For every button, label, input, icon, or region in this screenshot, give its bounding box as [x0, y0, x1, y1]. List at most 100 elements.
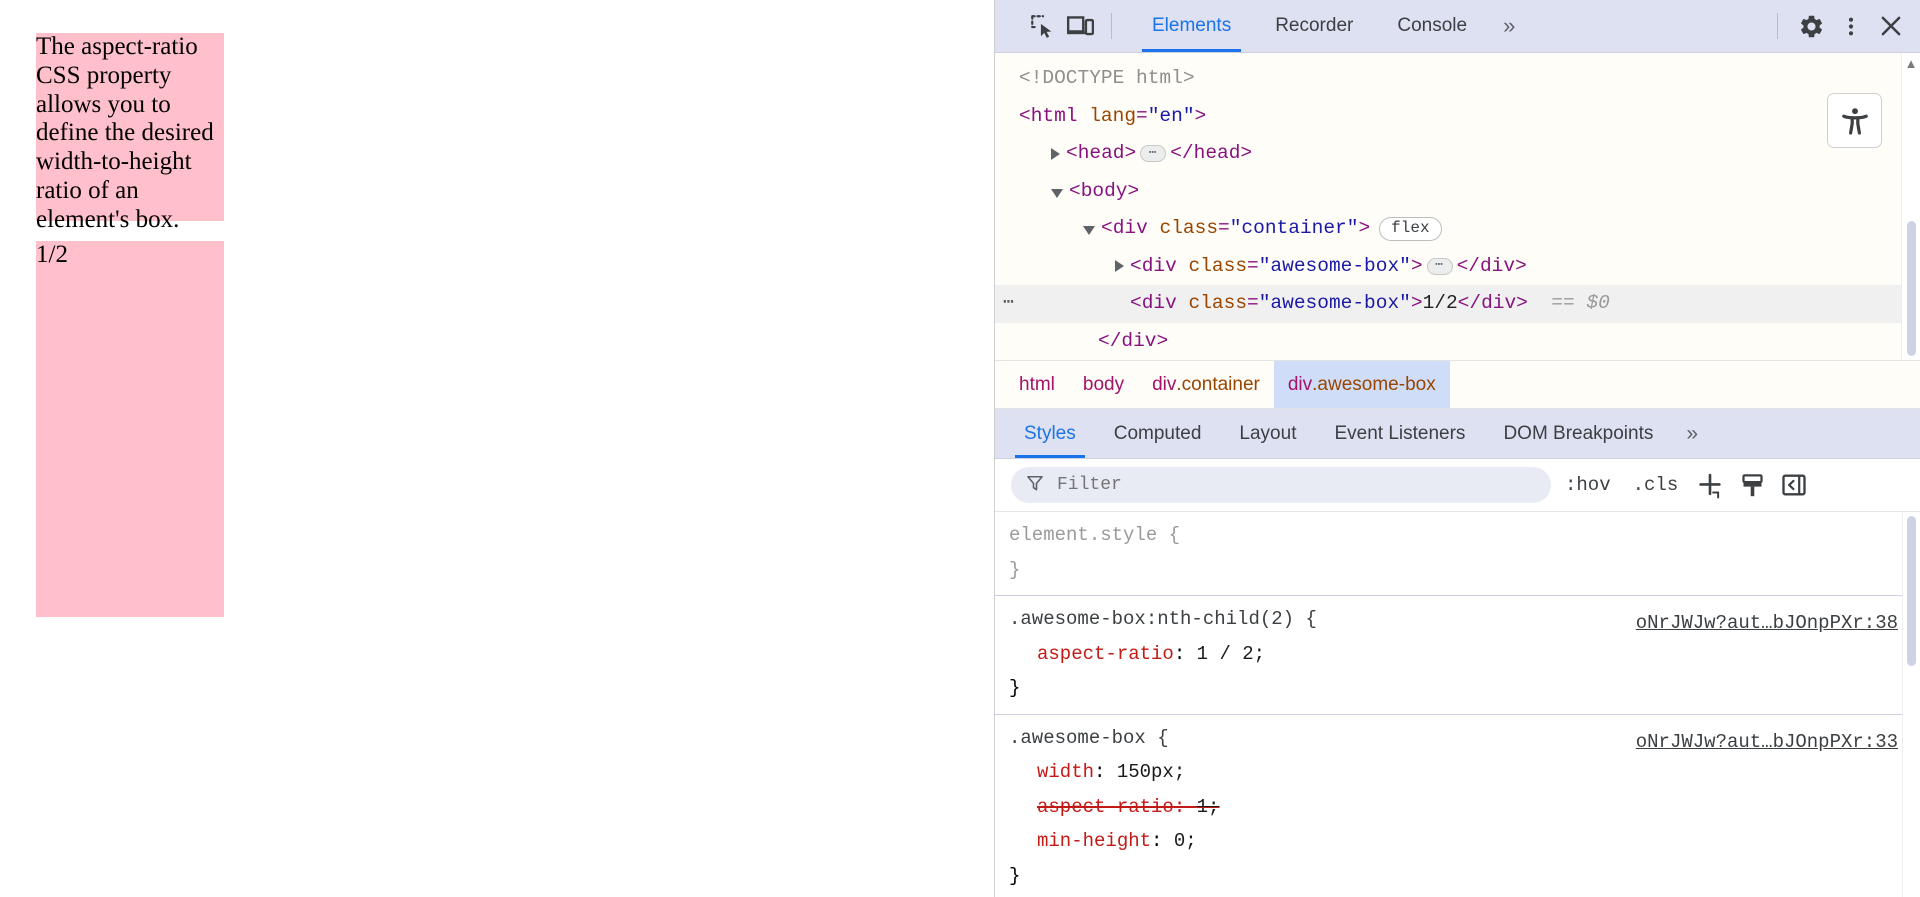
dom-scroll-thumb[interactable]	[1907, 221, 1916, 356]
dom-line-html[interactable]: <html lang="en">	[995, 98, 1901, 136]
more-styles-tabs-icon[interactable]: »	[1672, 422, 1712, 446]
tab-layout[interactable]: Layout	[1220, 409, 1315, 458]
tab-event-listeners-label: Event Listeners	[1334, 423, 1465, 445]
collapsed-content-icon[interactable]: ⋯	[1140, 145, 1166, 162]
cls-button[interactable]: .cls	[1625, 474, 1687, 496]
dom-line-head[interactable]: <head>⋯</head>	[995, 135, 1901, 173]
more-options-icon[interactable]	[1832, 7, 1870, 45]
filter-input[interactable]	[1055, 474, 1537, 496]
collapse-triangle-icon[interactable]	[1051, 189, 1063, 198]
tab-recorder[interactable]: Recorder	[1253, 0, 1375, 52]
dom-tree-panel: <!DOCTYPE html> <html lang="en"> <head>⋯…	[995, 53, 1920, 360]
flex-badge[interactable]: flex	[1379, 217, 1441, 241]
dom-attr-class-name: class	[1160, 210, 1219, 248]
dom-line-body[interactable]: <body>	[995, 173, 1901, 211]
rule-element-style[interactable]: element.style { }	[995, 512, 1920, 596]
toolbar-divider	[1111, 13, 1112, 39]
paint-brush-icon[interactable]	[1734, 467, 1770, 503]
dom-line-container[interactable]: <div class="container">flex	[995, 210, 1901, 248]
gear-icon[interactable]	[1792, 7, 1830, 45]
tab-computed-label: Computed	[1114, 423, 1202, 445]
toolbar-divider-right	[1777, 13, 1778, 39]
dom-line-doctype[interactable]: <!DOCTYPE html>	[995, 60, 1901, 98]
rule-awesome-box-source-link[interactable]: oNrJWJw?aut…bJOnpPXr:33	[1636, 725, 1898, 760]
dom-doctype-text: <!DOCTYPE html>	[1019, 60, 1195, 98]
plus-icon[interactable]	[1692, 467, 1728, 503]
rules-scrollbar[interactable]	[1902, 512, 1920, 897]
filter-input-wrapper[interactable]	[1011, 467, 1551, 503]
breadcrumb-awesome-class: .awesome-box	[1312, 374, 1436, 396]
dom-line-awesome-box-2[interactable]: ⋯<div class="awesome-box">1/2</div> == $…	[995, 285, 1901, 323]
device-toolbar-icon[interactable]	[1061, 7, 1099, 45]
breadcrumb: html body div.container div.awesome-box	[995, 360, 1920, 409]
tab-console[interactable]: Console	[1375, 0, 1489, 52]
tab-recorder-label: Recorder	[1275, 15, 1353, 37]
hov-button[interactable]: :hov	[1557, 474, 1619, 496]
styles-rules-pane[interactable]: element.style { } .awesome-box:nth-child…	[995, 512, 1920, 897]
devtools-tabs: Elements Recorder Console »	[1130, 0, 1529, 52]
declaration-aspect-ratio-value[interactable]: 1;	[1197, 796, 1220, 818]
declaration-width-property[interactable]: width	[1037, 761, 1094, 783]
awesome-box-2: 1/2	[36, 241, 224, 617]
dom-scrollbar[interactable]: ▲ ▼	[1901, 53, 1920, 360]
declaration-aspect-ratio-2-property[interactable]: aspect-ratio	[1037, 643, 1174, 665]
expand-triangle-icon[interactable]	[1115, 260, 1124, 272]
more-tabs-icon[interactable]: »	[1489, 13, 1529, 39]
toggle-sidebar-icon[interactable]	[1776, 467, 1812, 503]
tab-elements[interactable]: Elements	[1130, 0, 1253, 52]
declaration-min-height[interactable]: min-height: 0;	[995, 824, 1920, 859]
inspect-element-icon[interactable]	[1023, 7, 1061, 45]
declaration-min-height-property[interactable]: min-height	[1037, 830, 1151, 852]
breadcrumb-container-tag: div	[1152, 374, 1176, 396]
tab-event-listeners[interactable]: Event Listeners	[1315, 409, 1484, 458]
collapse-triangle-icon[interactable]	[1083, 226, 1095, 235]
collapsed-content-icon[interactable]: ⋯	[1427, 258, 1453, 275]
awesome-box-1: The aspect-ratio CSS property allows you…	[36, 33, 224, 221]
dom-tag-html: html	[1031, 98, 1078, 136]
dom-class-awesome-1: "awesome-box"	[1259, 248, 1411, 286]
breadcrumb-item-div-container[interactable]: div.container	[1138, 361, 1274, 408]
rule-awesome-box-close: }	[995, 859, 1920, 894]
accessibility-icon[interactable]	[1827, 93, 1882, 148]
styles-filter-bar: :hov .cls	[995, 459, 1920, 512]
dom-class-awesome-2: "awesome-box"	[1259, 285, 1411, 323]
expand-triangle-icon[interactable]	[1051, 148, 1060, 160]
breadcrumb-container-class: .container	[1176, 374, 1259, 396]
declaration-aspect-ratio-2[interactable]: aspect-ratio: 1 / 2;	[995, 637, 1920, 672]
dom-line-awesome-box-1[interactable]: <div class="awesome-box">⋯</div>	[995, 248, 1901, 286]
dom-attr-lang-value: "en"	[1148, 98, 1195, 136]
dom-selected-text: 1/2	[1423, 285, 1458, 323]
dom-attr-lang-name: lang	[1089, 98, 1136, 136]
rule-awesome-box-nth-child[interactable]: .awesome-box:nth-child(2) { aspect-ratio…	[995, 596, 1920, 715]
dom-line-close-div[interactable]: </div>	[995, 323, 1901, 361]
tab-computed[interactable]: Computed	[1095, 409, 1221, 458]
scroll-up-icon[interactable]: ▲	[1905, 57, 1918, 70]
toolbar-right-actions	[1765, 7, 1910, 45]
declaration-aspect-ratio-2-value[interactable]: 1 / 2;	[1197, 643, 1265, 665]
page-viewport: The aspect-ratio CSS property allows you…	[0, 0, 995, 897]
rule-awesome-box[interactable]: .awesome-box { width: 150px; aspect-rati…	[995, 715, 1920, 897]
declaration-aspect-ratio-overridden[interactable]: aspect-ratio: 1;	[995, 790, 1920, 825]
declaration-width[interactable]: width: 150px;	[995, 755, 1920, 790]
tab-dom-breakpoints[interactable]: DOM Breakpoints	[1484, 409, 1672, 458]
awesome-box-2-text: 1/2	[36, 241, 68, 268]
rule-nth-child-source-link[interactable]: oNrJWJw?aut…bJOnpPXr:38	[1636, 606, 1898, 641]
declaration-width-value[interactable]: 150px;	[1117, 761, 1185, 783]
close-icon[interactable]	[1872, 7, 1910, 45]
breadcrumb-item-div-awesome-box[interactable]: div.awesome-box	[1274, 361, 1450, 408]
tab-dom-breakpoints-label: DOM Breakpoints	[1503, 423, 1653, 445]
tab-layout-label: Layout	[1239, 423, 1296, 445]
breadcrumb-awesome-tag: div	[1288, 374, 1312, 396]
row-actions-icon[interactable]: ⋯	[1003, 285, 1016, 323]
tab-styles[interactable]: Styles	[1005, 409, 1095, 458]
dom-class-container: "container"	[1230, 210, 1359, 248]
tab-elements-label: Elements	[1152, 15, 1231, 37]
rules-scroll-thumb[interactable]	[1907, 516, 1916, 666]
breadcrumb-item-body[interactable]: body	[1069, 361, 1138, 408]
breadcrumb-item-html[interactable]: html	[1005, 361, 1069, 408]
declaration-min-height-value[interactable]: 0;	[1174, 830, 1197, 852]
dom-tree[interactable]: <!DOCTYPE html> <html lang="en"> <head>⋯…	[995, 53, 1901, 360]
devtools-screen: The aspect-ratio CSS property allows you…	[0, 0, 1920, 897]
declaration-aspect-ratio-property[interactable]: aspect-ratio	[1037, 796, 1174, 818]
rule-element-style-selector[interactable]: element.style {	[995, 518, 1920, 553]
